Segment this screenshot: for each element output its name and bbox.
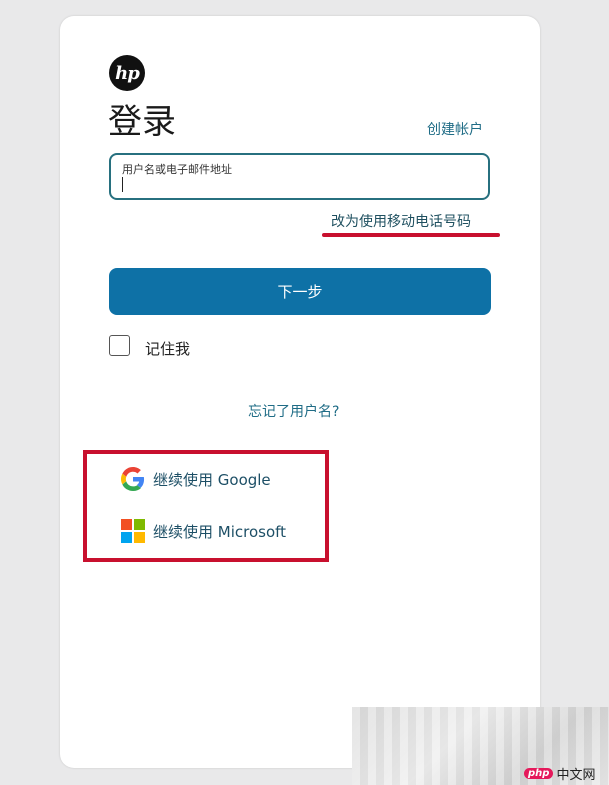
hp-logo-icon: hp	[109, 55, 145, 91]
create-account-link[interactable]: 创建帐户	[427, 119, 483, 139]
logo-text: hp	[115, 62, 140, 84]
remember-me-checkbox[interactable]	[109, 335, 130, 356]
username-field-label: 用户名或电子邮件地址	[122, 163, 232, 176]
username-field[interactable]: 用户名或电子邮件地址	[109, 153, 490, 200]
forgot-username-link[interactable]: 忘记了用户名?	[248, 401, 339, 421]
watermark-badge: php	[524, 768, 554, 779]
annotation-underline	[322, 233, 500, 237]
microsoft-icon	[121, 519, 145, 543]
use-phone-link[interactable]: 改为使用移动电话号码	[331, 211, 471, 231]
watermark: php 中文网	[524, 764, 595, 783]
page-title: 登录	[108, 102, 176, 142]
google-icon	[121, 467, 145, 491]
text-caret	[122, 177, 123, 192]
remember-me-label: 记住我	[145, 340, 191, 358]
watermark-text: 中文网	[556, 768, 596, 783]
continue-with-google-button[interactable]: 继续使用 Google	[121, 467, 271, 491]
microsoft-label: 继续使用 Microsoft	[153, 522, 287, 541]
google-label: 继续使用 Google	[153, 470, 271, 489]
next-button[interactable]: 下一步	[109, 268, 491, 315]
continue-with-microsoft-button[interactable]: 继续使用 Microsoft	[121, 519, 286, 543]
